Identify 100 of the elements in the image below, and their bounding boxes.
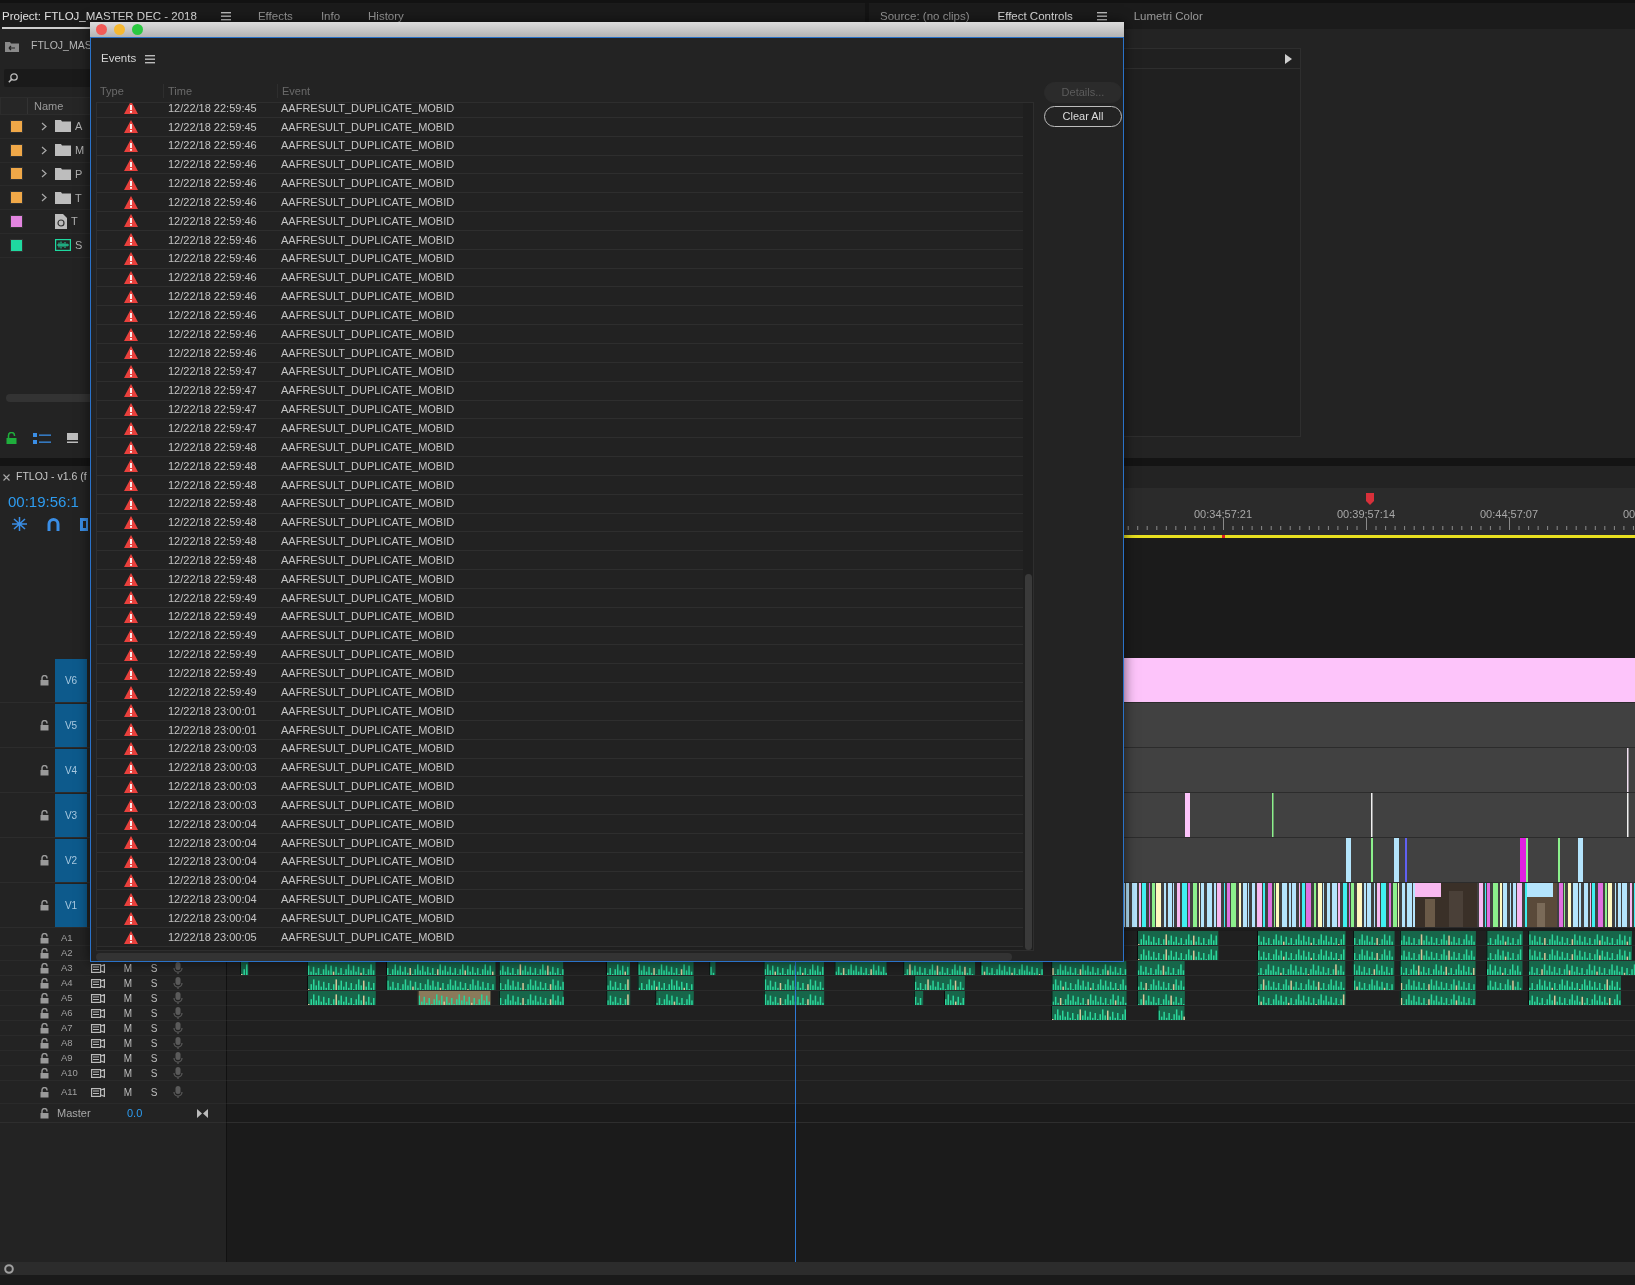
play-icon[interactable]	[1285, 53, 1292, 64]
track-output-icon[interactable]	[91, 1053, 105, 1063]
solo-toggle[interactable]: S	[141, 1050, 167, 1066]
lock-icon[interactable]	[40, 854, 49, 866]
track-output-icon[interactable]	[91, 1038, 105, 1048]
scrollbar[interactable]	[0, 1262, 1635, 1275]
panel-tab[interactable]: Effects	[257, 3, 307, 29]
track-label[interactable]: V6	[55, 658, 87, 702]
mute-toggle[interactable]: M	[115, 1005, 141, 1021]
mute-toggle[interactable]: M	[115, 1020, 141, 1036]
track-output-icon[interactable]	[91, 978, 105, 988]
item-name[interactable]: T	[75, 189, 82, 207]
lock-icon[interactable]	[40, 1067, 49, 1079]
track-label[interactable]: A5	[61, 990, 91, 1006]
timecode[interactable]: 00:19:56:1	[8, 492, 79, 512]
lock-icon[interactable]	[40, 674, 49, 686]
solo-toggle[interactable]: S	[141, 975, 167, 991]
chevron-icon[interactable]	[40, 193, 48, 203]
lock-icon[interactable]	[40, 899, 49, 911]
magnet-icon[interactable]	[47, 517, 60, 531]
lock-icon[interactable]	[40, 1037, 49, 1049]
lock-icon[interactable]	[40, 962, 49, 974]
pan-icon[interactable]	[197, 1108, 208, 1118]
mute-toggle[interactable]: M	[115, 1035, 141, 1051]
panel-tab[interactable]: Source: (no clips)	[880, 3, 984, 29]
track-output-icon[interactable]	[91, 993, 105, 1003]
track-label[interactable]: A6	[61, 1005, 91, 1021]
track-label[interactable]: A10	[61, 1065, 91, 1081]
mute-toggle[interactable]: M	[115, 990, 141, 1006]
freeform-view-icon[interactable]	[67, 433, 78, 443]
scrollbar[interactable]	[96, 953, 1012, 961]
track-label[interactable]: A9	[61, 1050, 91, 1066]
lock-icon[interactable]	[40, 809, 49, 821]
track-label[interactable]: A4	[61, 975, 91, 991]
solo-toggle[interactable]: S	[141, 1065, 167, 1081]
volume-value[interactable]: 0.0	[127, 1104, 197, 1122]
list-view-icon[interactable]	[33, 432, 51, 444]
item-name[interactable]: S	[75, 237, 83, 254]
track-label[interactable]: A8	[61, 1035, 91, 1051]
track-label[interactable]: A3	[61, 960, 91, 976]
lock-icon[interactable]	[40, 719, 49, 731]
solo-toggle[interactable]: S	[141, 960, 167, 976]
scrollbar-thumb[interactable]	[1025, 574, 1032, 950]
panel-tab[interactable]: Lumetri Color	[1133, 3, 1217, 29]
color-label[interactable]	[10, 167, 23, 181]
solo-toggle[interactable]: S	[141, 1035, 167, 1051]
mute-toggle[interactable]: M	[115, 975, 141, 991]
close-icon[interactable]	[3, 473, 10, 481]
color-label[interactable]	[10, 191, 23, 205]
track-label[interactable]: A2	[61, 945, 91, 961]
lock-icon[interactable]	[40, 1052, 49, 1064]
menu-icon[interactable]	[1096, 11, 1107, 21]
lock-icon[interactable]	[6, 432, 17, 444]
menu-icon[interactable]	[220, 11, 231, 21]
color-label[interactable]	[10, 215, 23, 229]
lock-icon[interactable]	[40, 764, 49, 776]
track-label[interactable]: A7	[61, 1020, 91, 1036]
mute-toggle[interactable]: M	[115, 1065, 141, 1081]
track-label[interactable]: V1	[55, 883, 87, 927]
item-name[interactable]: P	[75, 165, 83, 183]
lock-icon[interactable]	[40, 1022, 49, 1034]
track-output-icon[interactable]	[91, 963, 105, 973]
lock-icon[interactable]	[40, 1086, 49, 1098]
solo-toggle[interactable]: S	[141, 990, 167, 1006]
color-label[interactable]	[10, 119, 23, 133]
chevron-icon[interactable]	[40, 145, 48, 155]
item-name[interactable]: M	[75, 141, 85, 159]
chevron-icon[interactable]	[40, 169, 48, 179]
track-output-icon[interactable]	[91, 1068, 105, 1078]
snap-icon[interactable]	[12, 517, 27, 531]
lock-icon[interactable]	[40, 992, 49, 1004]
zoom-handle-icon[interactable]	[4, 1263, 14, 1274]
mute-toggle[interactable]: M	[115, 960, 141, 976]
sequence-tab[interactable]: FTLOJ - v1.6 (f	[16, 469, 87, 485]
item-name[interactable]: T	[71, 213, 78, 230]
track-label[interactable]: A1	[61, 930, 91, 946]
lock-icon[interactable]	[40, 1007, 49, 1019]
lock-icon[interactable]	[40, 977, 49, 989]
lock-icon[interactable]	[40, 932, 49, 944]
item-name[interactable]: A	[75, 118, 83, 135]
panel-tab[interactable]: Info	[320, 3, 355, 29]
chevron-icon[interactable]	[40, 121, 48, 131]
track-label[interactable]: V4	[55, 748, 87, 792]
track-output-icon[interactable]	[91, 1008, 105, 1018]
menu-icon[interactable]	[145, 54, 156, 64]
track-output-icon[interactable]	[91, 1087, 105, 1097]
lock-icon[interactable]	[40, 1107, 49, 1119]
solo-toggle[interactable]: S	[141, 1084, 167, 1100]
mute-toggle[interactable]: M	[115, 1084, 141, 1100]
folder-up-icon[interactable]	[5, 40, 19, 52]
dialog-button[interactable]: Clear All	[1044, 106, 1122, 127]
track-label[interactable]: V5	[55, 703, 87, 747]
track-output-icon[interactable]	[91, 1023, 105, 1033]
track-label[interactable]: V2	[55, 838, 87, 882]
track-label[interactable]: A11	[61, 1084, 91, 1100]
column-header[interactable]: Name	[28, 98, 64, 114]
marker-tool-icon[interactable]	[80, 517, 88, 531]
solo-toggle[interactable]: S	[141, 1005, 167, 1021]
track-label[interactable]: V3	[55, 793, 87, 837]
solo-toggle[interactable]: S	[141, 1020, 167, 1036]
